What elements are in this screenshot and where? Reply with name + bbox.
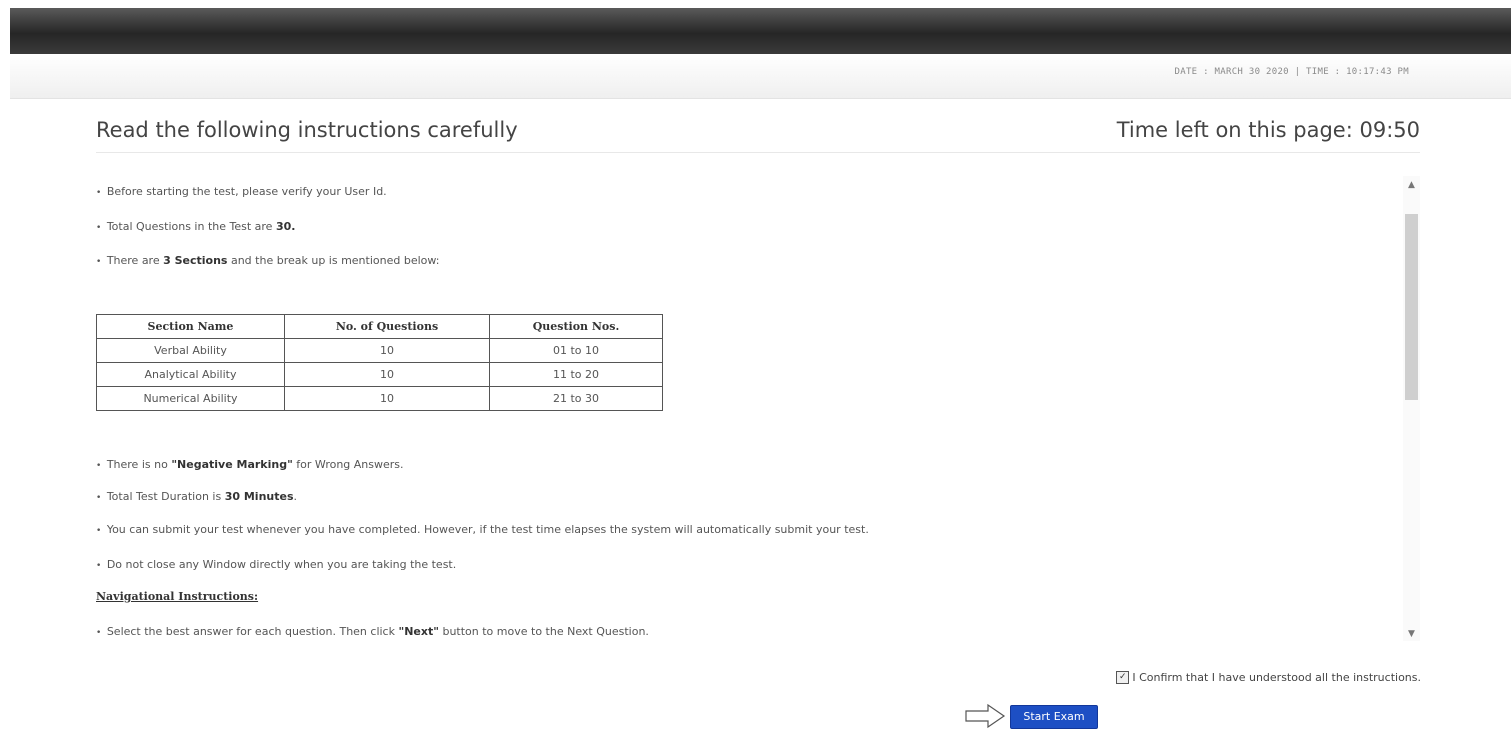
date-time-text: DATE : MARCH 30 2020 | TIME : 10:17:43 P… [1174, 67, 1409, 77]
instruction-total-questions: • Total Questions in the Test are 30. [96, 220, 296, 233]
instruction-submit: • You can submit your test whenever you … [96, 523, 869, 536]
bullet: • [96, 526, 102, 536]
confirm-instructions: ✓ I Confirm that I have understood all t… [1116, 671, 1421, 684]
table-header-row: Section Name No. of Questions Question N… [96, 314, 663, 339]
table-cell: Analytical Ability [96, 362, 285, 387]
navigational-instructions-heading: Navigational Instructions: [96, 590, 259, 603]
table-cell: 11 to 20 [489, 362, 663, 387]
table-cell: 10 [284, 386, 490, 411]
start-exam-button[interactable]: Start Exam [1010, 705, 1098, 729]
instruction-verify-user: • Before starting the test, please verif… [96, 185, 387, 198]
column-header: Question Nos. [489, 314, 663, 339]
table-cell: 01 to 10 [489, 338, 663, 363]
bullet: • [96, 628, 102, 638]
table-cell: Verbal Ability [96, 338, 285, 363]
instructions-scrollbar[interactable]: ▲ ▼ [1403, 176, 1420, 641]
table-row: Verbal Ability 10 01 to 10 [96, 338, 663, 363]
column-header: No. of Questions [284, 314, 490, 339]
table-cell: 21 to 30 [489, 386, 663, 411]
instruction-sections: • There are 3 Sections and the break up … [96, 254, 440, 267]
heading-divider [96, 152, 1420, 153]
instruction-negative-marking: • There is no "Negative Marking" for Wro… [96, 458, 404, 471]
bullet: • [96, 561, 102, 571]
instruction-navigation: • Select the best answer for each questi… [96, 625, 649, 638]
confirm-checkbox[interactable]: ✓ [1116, 671, 1130, 684]
table-cell: 10 [284, 338, 490, 363]
table-cell: 10 [284, 362, 490, 387]
confirm-label: I Confirm that I have understood all the… [1132, 671, 1421, 684]
scroll-down-arrow-icon[interactable]: ▼ [1403, 627, 1420, 641]
table-cell: Numerical Ability [96, 386, 285, 411]
bullet: • [96, 223, 102, 233]
bullet: • [96, 493, 102, 503]
table-row: Numerical Ability 10 21 to 30 [96, 386, 663, 411]
sections-table: Section Name No. of Questions Question N… [96, 314, 663, 411]
scrollbar-thumb[interactable] [1405, 214, 1418, 400]
page-title: Read the following instructions carefull… [96, 118, 518, 142]
top-header-bar [10, 8, 1511, 54]
scroll-up-arrow-icon[interactable]: ▲ [1403, 178, 1420, 192]
right-arrow-icon [965, 703, 1006, 729]
bullet: • [96, 188, 102, 198]
bullet: • [96, 257, 102, 267]
table-row: Analytical Ability 10 11 to 20 [96, 362, 663, 387]
column-header: Section Name [96, 314, 285, 339]
instruction-window: • Do not close any Window directly when … [96, 558, 457, 571]
instruction-duration: • Total Test Duration is 30 Minutes. [96, 490, 298, 503]
bullet: • [96, 461, 102, 471]
instructions-panel: • Before starting the test, please verif… [96, 176, 1396, 646]
time-left-timer: Time left on this page: 09:50 [1116, 118, 1420, 142]
date-time-bar: DATE : MARCH 30 2020 | TIME : 10:17:43 P… [10, 54, 1511, 99]
